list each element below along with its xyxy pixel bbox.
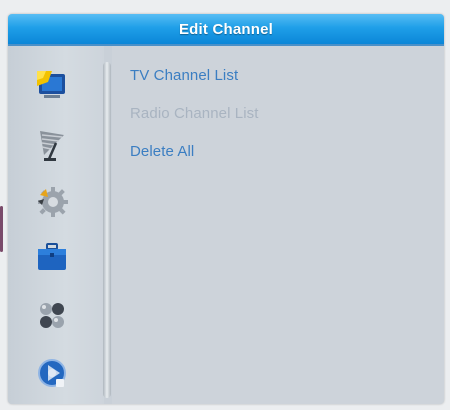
sidebar-item-satellite[interactable] xyxy=(28,124,76,166)
sidebar-item-games[interactable] xyxy=(28,294,76,336)
tv-screen-icon xyxy=(37,71,65,98)
window-title: Edit Channel xyxy=(178,20,274,38)
title-bar: Edit Channel xyxy=(8,14,444,46)
osd-screen: Edit Channel TV Channel List Radio Chann… xyxy=(8,14,444,404)
menu-item-radio-channel-list[interactable]: Radio Channel List xyxy=(130,105,259,122)
games-icon xyxy=(40,303,64,328)
satellite-dish-icon xyxy=(40,131,64,161)
sidebar xyxy=(8,46,104,404)
tv-frame: Edit Channel TV Channel List Radio Chann… xyxy=(0,0,450,410)
sidebar-item-media[interactable] xyxy=(28,352,76,394)
settings-gear-icon xyxy=(38,187,68,217)
panel-divider xyxy=(103,62,111,398)
sidebar-item-tv[interactable] xyxy=(28,64,76,106)
menu-item-delete-all[interactable]: Delete All xyxy=(130,143,194,160)
frame-edge xyxy=(0,206,3,252)
media-player-icon xyxy=(38,359,66,387)
toolbox-icon xyxy=(38,243,66,270)
menu-item-tv-channel-list[interactable]: TV Channel List xyxy=(130,67,238,84)
sidebar-item-tools[interactable] xyxy=(28,236,76,278)
sidebar-item-settings[interactable] xyxy=(28,180,76,222)
menu-panel: TV Channel List Radio Channel List Delet… xyxy=(112,46,444,404)
